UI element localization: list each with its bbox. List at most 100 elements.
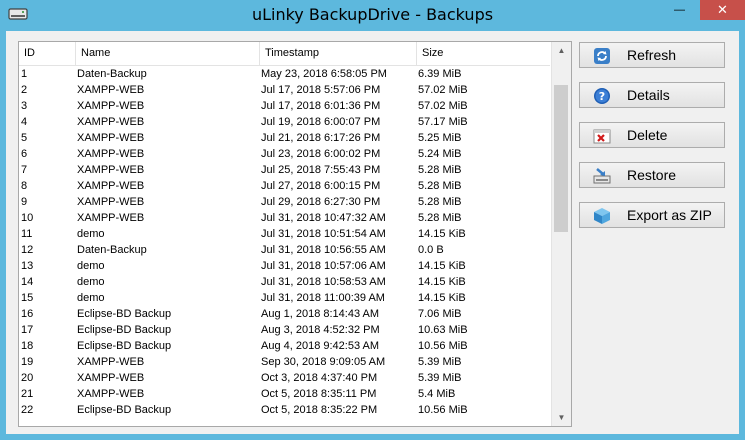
table-row[interactable]: 5 XAMPP-WEB Jul 21, 2018 6:17:26 PM 5.25 Mi… xyxy=(19,130,550,146)
table-row[interactable]: 15 demo Jul 31, 2018 11:00:39 AM 14.15 KiB xyxy=(19,290,550,306)
cell-name: XAMPP-WEB xyxy=(77,84,145,96)
cell-timestamp: Jul 31, 2018 10:47:32 AM xyxy=(261,212,386,224)
delete-button[interactable]: Delete xyxy=(579,122,725,148)
minimize-button[interactable]: — xyxy=(665,0,694,20)
cell-size: 10.56 MiB xyxy=(418,340,468,352)
cell-id: 8 xyxy=(21,180,28,192)
client-area: ID Name Timestamp Size 1 Daten-Backup May … xyxy=(6,31,739,434)
delete-label: Delete xyxy=(627,127,668,143)
cell-id: 5 xyxy=(21,132,28,144)
cell-id: 19 xyxy=(21,356,34,368)
cell-size: 5.4 MiB xyxy=(418,388,456,400)
cell-timestamp: Aug 4, 2018 9:42:53 AM xyxy=(261,340,380,352)
cell-timestamp: Oct 5, 2018 8:35:22 PM xyxy=(261,404,378,416)
cell-size: 5.28 MiB xyxy=(418,180,462,192)
table-row[interactable]: 7 XAMPP-WEB Jul 25, 2018 7:55:43 PM 5.28 Mi… xyxy=(19,162,550,178)
table-header: ID Name Timestamp Size xyxy=(19,42,550,66)
cell-timestamp: Jul 19, 2018 6:00:07 PM xyxy=(261,116,381,128)
cell-timestamp: Oct 5, 2018 8:35:11 PM xyxy=(261,388,377,400)
table-row[interactable]: 9 XAMPP-WEB Jul 29, 2018 6:27:30 PM 5.28 Mi… xyxy=(19,194,550,210)
cell-name: XAMPP-WEB xyxy=(77,196,145,208)
restore-icon xyxy=(593,167,611,185)
cell-id: 3 xyxy=(21,100,28,112)
table-row[interactable]: 12 Daten-Backup Jul 31, 2018 10:56:55 AM 0.… xyxy=(19,242,550,258)
column-header-timestamp[interactable]: Timestamp xyxy=(260,42,417,65)
table-row[interactable]: 1 Daten-Backup May 23, 2018 6:58:05 PM 6.39… xyxy=(19,66,550,82)
table-row[interactable]: 21 XAMPP-WEB Oct 5, 2018 8:35:11 PM 5.4 MiB xyxy=(19,386,550,402)
column-header-name[interactable]: Name xyxy=(76,42,260,65)
cell-name: demo xyxy=(77,228,105,240)
cell-name: XAMPP-WEB xyxy=(77,116,145,128)
column-header-size[interactable]: Size xyxy=(417,42,550,65)
table-row[interactable]: 18 Eclipse-BD Backup Aug 4, 2018 9:42:53 A… xyxy=(19,338,550,354)
scroll-down-icon[interactable]: ▼ xyxy=(552,409,571,426)
table-row[interactable]: 14 demo Jul 31, 2018 10:58:53 AM 14.15 KiB xyxy=(19,274,550,290)
cell-size: 14.15 KiB xyxy=(418,260,466,272)
cell-id: 10 xyxy=(21,212,34,224)
delete-icon xyxy=(593,127,611,145)
table-row[interactable]: 4 XAMPP-WEB Jul 19, 2018 6:00:07 PM 57.17 M… xyxy=(19,114,550,130)
table-row[interactable]: 20 XAMPP-WEB Oct 3, 2018 4:37:40 PM 5.39 Mi… xyxy=(19,370,550,386)
cell-id: 20 xyxy=(21,372,34,384)
table-row[interactable]: 16 Eclipse-BD Backup Aug 1, 2018 8:14:43 A… xyxy=(19,306,550,322)
package-icon xyxy=(593,207,611,225)
table-row[interactable]: 13 demo Jul 31, 2018 10:57:06 AM 14.15 KiB xyxy=(19,258,550,274)
cell-timestamp: Jul 31, 2018 10:58:53 AM xyxy=(261,276,386,288)
cell-name: Eclipse-BD Backup xyxy=(77,308,172,320)
table-row[interactable]: 22 Eclipse-BD Backup Oct 5, 2018 8:35:22 P… xyxy=(19,402,550,418)
cell-id: 18 xyxy=(21,340,34,352)
refresh-label: Refresh xyxy=(627,47,677,63)
column-header-id[interactable]: ID xyxy=(19,42,76,65)
table-row[interactable]: 8 XAMPP-WEB Jul 27, 2018 6:00:15 PM 5.28 Mi… xyxy=(19,178,550,194)
cell-size: 57.17 MiB xyxy=(418,116,468,128)
cell-id: 17 xyxy=(21,324,34,336)
cell-timestamp: Jul 31, 2018 10:57:06 AM xyxy=(261,260,386,272)
cell-timestamp: Jul 31, 2018 10:56:55 AM xyxy=(261,244,386,256)
cell-id: 7 xyxy=(21,164,28,176)
close-button[interactable]: ✕ xyxy=(700,0,745,20)
cell-id: 13 xyxy=(21,260,34,272)
cell-timestamp: Jul 27, 2018 6:00:15 PM xyxy=(261,180,381,192)
table-row[interactable]: 6 XAMPP-WEB Jul 23, 2018 6:00:02 PM 5.24 Mi… xyxy=(19,146,550,162)
cell-timestamp: Aug 1, 2018 8:14:43 AM xyxy=(261,308,380,320)
cell-size: 7.06 MiB xyxy=(418,308,462,320)
table-row[interactable]: 19 XAMPP-WEB Sep 30, 2018 9:09:05 AM 5.39 M… xyxy=(19,354,550,370)
scroll-up-icon[interactable]: ▲ xyxy=(552,42,571,59)
table-row[interactable]: 17 Eclipse-BD Backup Aug 3, 2018 4:52:32 P… xyxy=(19,322,550,338)
cell-size: 0.0 B xyxy=(418,244,444,256)
cell-id: 12 xyxy=(21,244,34,256)
cell-timestamp: Oct 3, 2018 4:37:40 PM xyxy=(261,372,378,384)
cell-size: 5.39 MiB xyxy=(418,356,462,368)
cell-id: 6 xyxy=(21,148,28,160)
cell-timestamp: Jul 21, 2018 6:17:26 PM xyxy=(261,132,381,144)
cell-size: 5.28 MiB xyxy=(418,212,462,224)
help-icon: ? xyxy=(593,87,611,105)
title-bar[interactable]: uLinky BackupDrive - Backups — ✕ xyxy=(0,0,745,31)
cell-id: 11 xyxy=(21,228,33,240)
table-row[interactable]: 11 demo Jul 31, 2018 10:51:54 AM 14.15 KiB xyxy=(19,226,550,242)
export-zip-label: Export as ZIP xyxy=(627,207,712,223)
window-title: uLinky BackupDrive - Backups xyxy=(251,5,494,24)
cell-id: 22 xyxy=(21,404,34,416)
restore-button[interactable]: Restore xyxy=(579,162,725,188)
scrollbar-thumb[interactable] xyxy=(554,85,568,232)
vertical-scrollbar[interactable]: ▲ ▼ xyxy=(551,42,571,426)
details-button[interactable]: ? Details xyxy=(579,82,725,108)
cell-size: 57.02 MiB xyxy=(418,84,468,96)
cell-timestamp: Jul 31, 2018 11:00:39 AM xyxy=(261,292,385,304)
details-label: Details xyxy=(627,87,670,103)
backups-table[interactable]: ID Name Timestamp Size 1 Daten-Backup May … xyxy=(18,41,572,427)
cell-size: 5.24 MiB xyxy=(418,148,462,160)
cell-timestamp: Jul 17, 2018 5:57:06 PM xyxy=(261,84,381,96)
table-row[interactable]: 3 XAMPP-WEB Jul 17, 2018 6:01:36 PM 57.02 M… xyxy=(19,98,550,114)
cell-size: 14.15 KiB xyxy=(418,276,466,288)
cell-name: XAMPP-WEB xyxy=(77,356,145,368)
table-row[interactable]: 10 XAMPP-WEB Jul 31, 2018 10:47:32 AM 5.28 … xyxy=(19,210,550,226)
cell-id: 16 xyxy=(21,308,34,320)
refresh-button[interactable]: Refresh xyxy=(579,42,725,68)
cell-name: XAMPP-WEB xyxy=(77,180,145,192)
table-row[interactable]: 2 XAMPP-WEB Jul 17, 2018 5:57:06 PM 57.02 M… xyxy=(19,82,550,98)
cell-name: XAMPP-WEB xyxy=(77,212,145,224)
export-zip-button[interactable]: Export as ZIP xyxy=(579,202,725,228)
minimize-icon: — xyxy=(674,4,685,16)
